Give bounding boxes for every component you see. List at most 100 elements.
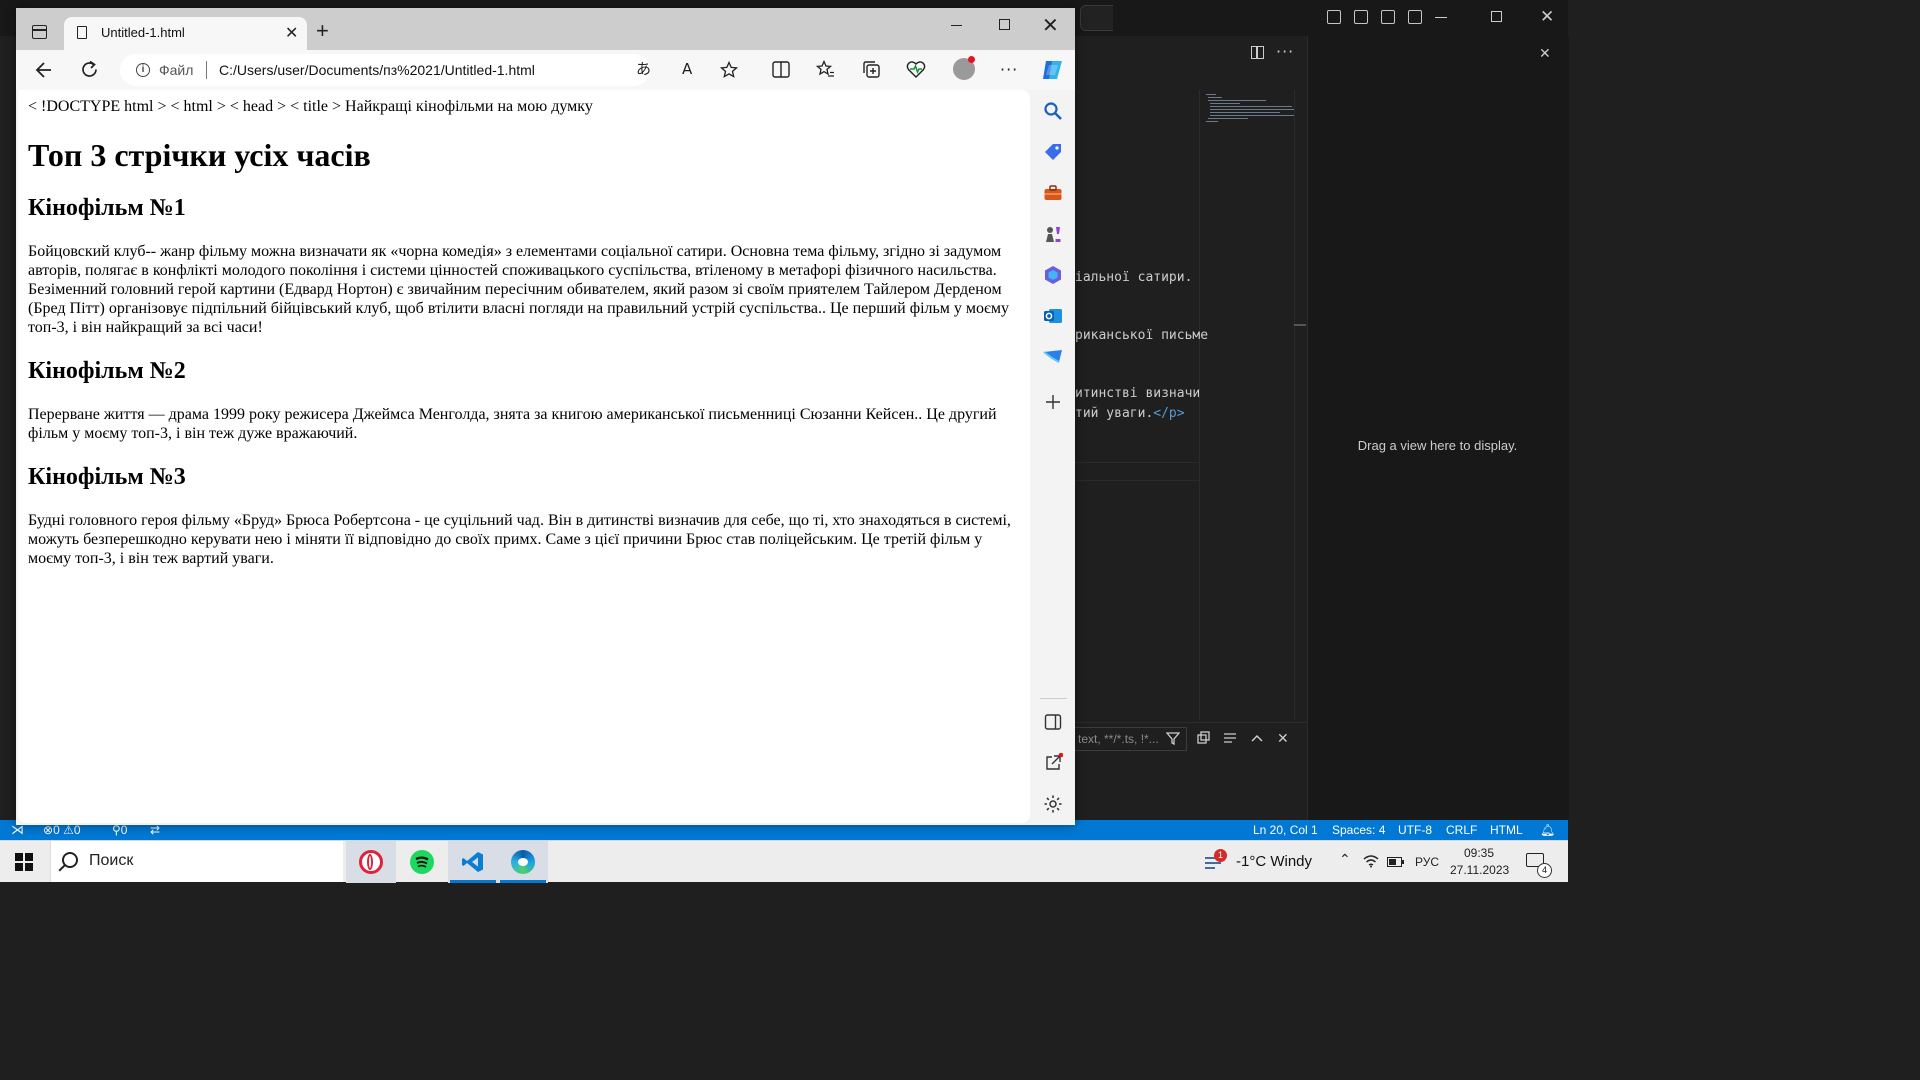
opera-icon xyxy=(359,850,383,874)
toggle-secondary-sidebar-icon[interactable] xyxy=(1381,10,1395,24)
code-line[interactable]: итинстві визначи xyxy=(1075,386,1200,401)
ports-count: 0 xyxy=(120,823,128,837)
outlook-icon[interactable] xyxy=(1043,306,1063,326)
tools-briefcase-icon[interactable] xyxy=(1043,183,1063,203)
section-paragraph: Будні головного героя фільму «Бруд» Брюс… xyxy=(28,512,1011,567)
notification-count-badge: 4 xyxy=(1537,863,1552,878)
refresh-icon[interactable] xyxy=(80,60,99,79)
close-panel-icon[interactable]: ✕ xyxy=(1539,46,1551,63)
taskbar-app-edge[interactable] xyxy=(498,841,548,883)
address-url[interactable]: C:/Users/user/Documents/пз%2021/Untitled… xyxy=(219,62,535,78)
games-chess-icon[interactable] xyxy=(1043,224,1063,244)
customize-layout-icon[interactable] xyxy=(1408,10,1422,24)
notifications-bell-icon[interactable]: 🔔︎ xyxy=(1540,823,1555,837)
section-paragraph: Перерване життя — драма 1999 року режисе… xyxy=(28,406,997,442)
section-paragraph: Бойцовский клуб-- жанр фільму можна визн… xyxy=(28,243,1010,336)
input-language[interactable]: РУС xyxy=(1415,855,1439,869)
raw-head-text: < !DOCTYPE html > < html > < head > < ti… xyxy=(28,98,593,115)
tab-untitled[interactable]: Untitled-1.html ✕ xyxy=(64,17,307,50)
scrollbar-thumb[interactable] xyxy=(1294,324,1306,326)
address-bar[interactable]: i Файл C:/Users/user/Documents/пз%2021/U… xyxy=(120,54,738,86)
favorite-star-icon[interactable] xyxy=(720,61,738,79)
drop-icon[interactable] xyxy=(1043,347,1063,367)
new-tab-button[interactable]: + xyxy=(316,20,329,42)
copilot-icon[interactable] xyxy=(1040,57,1066,83)
favorites-icon[interactable] xyxy=(816,60,835,79)
shopping-tag-icon[interactable] xyxy=(1043,142,1063,162)
filter-icon[interactable] xyxy=(1166,731,1180,745)
external-link-icon[interactable] xyxy=(1043,753,1063,773)
site-info-icon[interactable]: i xyxy=(136,63,150,77)
page-body: < !DOCTYPE html > < html > < head > < ti… xyxy=(28,90,1024,568)
sidebar-settings-gear-icon[interactable] xyxy=(1043,794,1063,814)
minimize-button[interactable] xyxy=(951,25,962,26)
windows-taskbar: Поиск 1 -1°C Windy ⌃ РУС 09:35 27.11.202… xyxy=(0,840,1568,883)
settings-more-icon[interactable]: ··· xyxy=(1000,62,1018,78)
toggle-panel-icon[interactable] xyxy=(1354,10,1368,24)
hide-sidebar-icon[interactable] xyxy=(1043,712,1063,732)
close-window-button[interactable]: ✕ xyxy=(1042,13,1059,38)
vscode-command-center[interactable] xyxy=(1080,5,1113,31)
split-screen-icon[interactable] xyxy=(772,61,790,78)
toggle-primary-sidebar-icon[interactable] xyxy=(1327,10,1341,24)
read-aloud-icon[interactable]: A xyxy=(682,62,692,77)
split-editor-icon[interactable] xyxy=(1251,46,1264,59)
profile-avatar[interactable] xyxy=(953,56,975,80)
ports-indicator[interactable]: ⚲0 xyxy=(112,823,127,837)
vscode-minimize-button[interactable] xyxy=(1435,17,1447,18)
spotify-icon xyxy=(410,850,434,874)
battery-icon[interactable] xyxy=(1387,857,1405,867)
close-search-icon[interactable]: ✕ xyxy=(1277,731,1289,748)
search-icon[interactable] xyxy=(1043,101,1063,121)
add-sidebar-app-icon[interactable] xyxy=(1043,392,1063,412)
edge-sidebar xyxy=(1032,90,1075,825)
editor-scrollbar[interactable] xyxy=(1294,90,1307,720)
collections-icon[interactable] xyxy=(862,60,881,79)
taskbar-app-opera[interactable] xyxy=(346,841,396,883)
code-line[interactable]: риканської письме xyxy=(1075,328,1208,343)
encoding[interactable]: UTF-8 xyxy=(1398,823,1432,837)
maximize-button[interactable] xyxy=(999,19,1010,30)
tab-title: Untitled-1.html xyxy=(101,25,185,40)
page-title: Топ 3 стрічки усіх часів xyxy=(28,137,371,173)
minimap[interactable] xyxy=(1202,92,1294,132)
clock[interactable]: 09:35 27.11.2023 xyxy=(1450,845,1509,879)
problems-indicator[interactable]: ⊗0 ⚠0 xyxy=(43,823,81,837)
language-mode[interactable]: HTML xyxy=(1490,823,1523,837)
tab-actions-icon[interactable] xyxy=(32,25,47,39)
web-page-viewport[interactable]: < !DOCTYPE html > < html > < head > < ti… xyxy=(18,90,1030,823)
chevron-up-icon[interactable]: ⌃ xyxy=(1339,851,1351,868)
cursor-position[interactable]: Ln 20, Col 1 xyxy=(1253,823,1318,837)
vscode-maximize-button[interactable] xyxy=(1491,11,1502,22)
open-in-editor-icon[interactable] xyxy=(1197,731,1211,745)
taskbar-app-spotify[interactable] xyxy=(397,841,447,883)
taskbar-app-vscode[interactable] xyxy=(448,841,498,883)
live-share-icon[interactable]: ⇄ xyxy=(150,823,160,837)
edge-browser-window: Untitled-1.html ✕ + ✕ i Файл C:/Users/us… xyxy=(16,8,1075,825)
browser-essentials-icon[interactable] xyxy=(906,60,926,79)
tab-close-icon[interactable]: ✕ xyxy=(285,23,298,43)
editor-divider xyxy=(1075,480,1199,481)
microsoft-365-icon[interactable] xyxy=(1043,265,1063,285)
code-line[interactable]: іальної сатири. xyxy=(1075,270,1192,285)
indentation[interactable]: Spaces: 4 xyxy=(1332,823,1385,837)
code-line[interactable]: тий уваги.</p> xyxy=(1075,406,1185,421)
back-arrow-icon[interactable] xyxy=(35,61,53,79)
wifi-icon[interactable] xyxy=(1363,854,1379,868)
more-actions-icon[interactable]: ··· xyxy=(1276,42,1294,61)
search-label: Поиск xyxy=(89,852,134,869)
list-view-icon[interactable] xyxy=(1223,731,1237,745)
empty-panel-hint: Drag a view here to display. xyxy=(1357,438,1518,453)
start-button[interactable] xyxy=(15,853,33,871)
code-text: тий уваги. xyxy=(1075,406,1154,421)
error-icon: ⊗ xyxy=(43,823,54,837)
line-ending[interactable]: CRLF xyxy=(1446,823,1477,837)
editor-tab-bar xyxy=(1075,36,1307,71)
weather-text[interactable]: -1°C Windy xyxy=(1236,853,1312,870)
editor-divider xyxy=(1075,462,1199,463)
vscode-close-button[interactable]: ✕ xyxy=(1540,9,1554,26)
chevron-up-icon[interactable] xyxy=(1250,731,1264,745)
address-separator xyxy=(206,61,207,79)
secondary-side-panel xyxy=(1307,36,1569,820)
translate-icon[interactable]: あ xyxy=(636,62,651,77)
